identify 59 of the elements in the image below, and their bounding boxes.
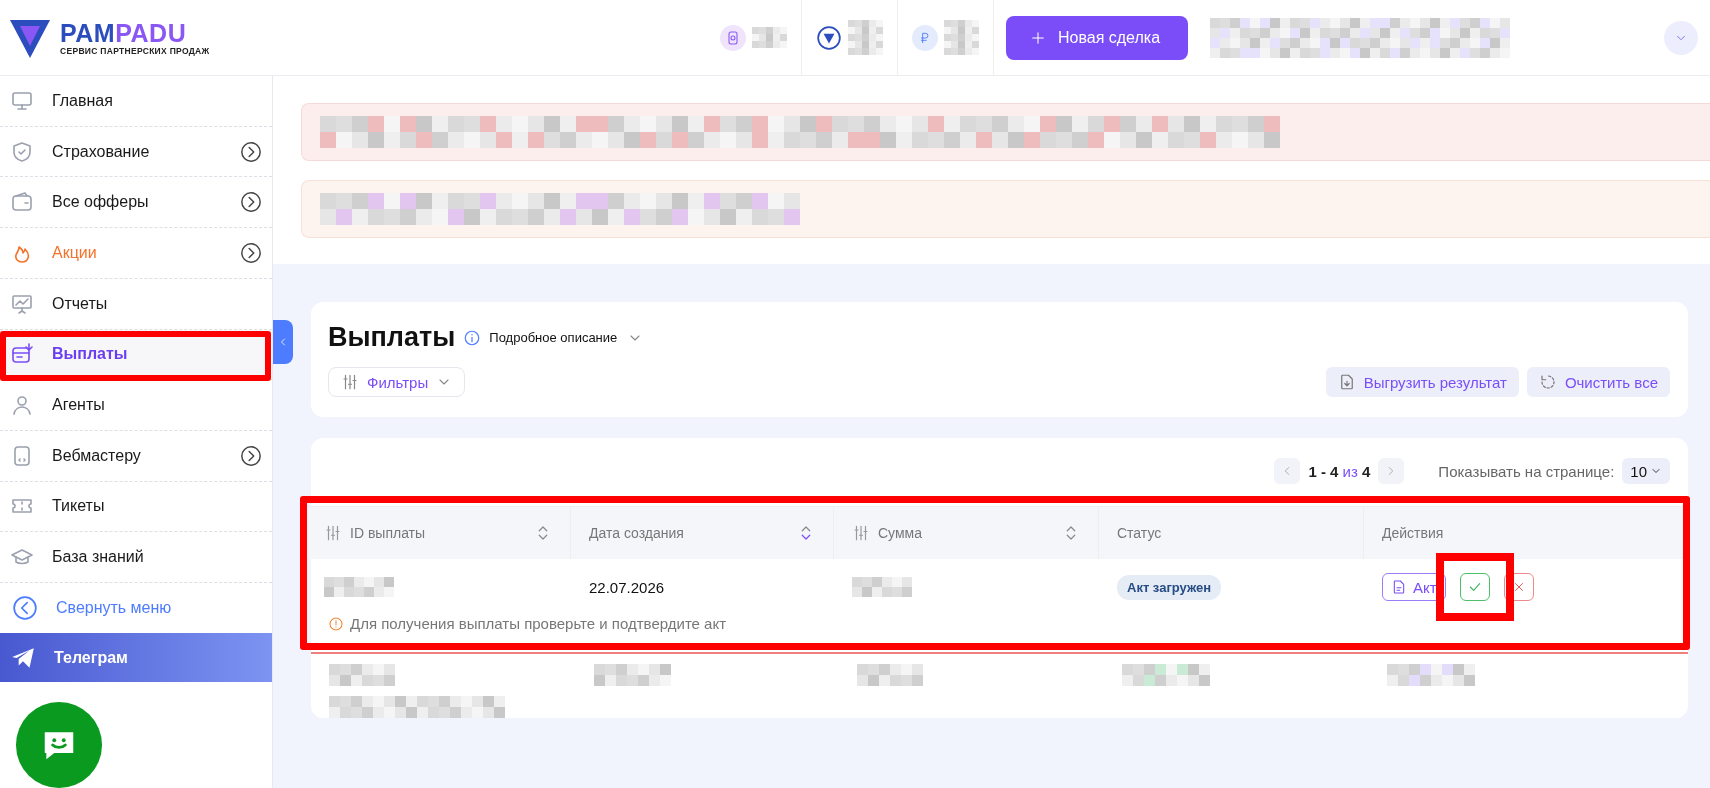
column-header[interactable]: Дата создания	[571, 507, 834, 559]
redacted-block	[752, 27, 787, 48]
chevron-right-circle-icon	[240, 444, 262, 467]
column-header: Действия	[1364, 507, 1684, 559]
sidebar-item[interactable]: Отчеты	[0, 278, 272, 330]
chevron-right-circle-icon	[240, 140, 262, 163]
description-toggle[interactable]: Подробное описание	[489, 329, 644, 346]
per-page-label: Показывать на странице:	[1438, 462, 1615, 480]
redacted-block	[848, 20, 883, 55]
sliders-icon	[852, 524, 870, 542]
plus-icon	[1030, 29, 1046, 46]
status-badge: Акт загружен	[1117, 574, 1222, 600]
sidebar-item[interactable]: База знаний	[0, 532, 272, 584]
shield-icon	[10, 139, 34, 164]
reset-icon	[1538, 373, 1557, 391]
sidebar-item[interactable]: Выплаты	[0, 329, 272, 381]
sidebar-item[interactable]: Все офферы	[0, 177, 272, 229]
table-cell-text: 22.07.2026	[588, 578, 666, 596]
new-deal-button[interactable]: Новая сделка	[1006, 15, 1189, 60]
column-header: Статус	[1099, 507, 1364, 559]
logo-tagline: СЕРВИС ПАРТНЕРСКИХ ПРОДАЖ	[60, 45, 210, 56]
sliders-icon	[341, 373, 359, 391]
info-icon	[463, 328, 482, 347]
confirm-button[interactable]	[1459, 573, 1490, 601]
previous-page-button[interactable]	[1274, 458, 1301, 484]
chevron-left-circle-icon	[12, 594, 38, 621]
chevron-right-circle-icon	[240, 241, 262, 264]
redacted-block	[329, 664, 395, 686]
collapse-sidebar-tab[interactable]	[273, 320, 293, 364]
sliders-icon	[324, 524, 342, 542]
logo-wordmark: PAMPADU	[60, 19, 188, 46]
collapse-menu-link[interactable]: Свернуть меню	[0, 583, 272, 633]
sidebar-item[interactable]: Акции	[0, 228, 272, 279]
next-page-button[interactable]	[1378, 458, 1405, 484]
person-icon	[10, 393, 34, 418]
clear-button[interactable]: Очистить все	[1526, 367, 1670, 397]
sidebar-item[interactable]: Страхование	[0, 126, 272, 178]
sidebar-item[interactable]: Главная	[0, 76, 272, 127]
column-header[interactable]: Сумма	[834, 507, 1099, 559]
sidebar-item[interactable]: Агенты	[0, 380, 272, 431]
column-header[interactable]: ID выплаты	[306, 507, 571, 559]
warning-text: Для получения выплаты проверьте и подтвердите акт	[350, 615, 727, 632]
sidebar-item[interactable]: Тикеты	[0, 481, 272, 533]
redacted-block	[944, 20, 979, 55]
telegram-link[interactable]: Телеграм	[0, 632, 272, 683]
redacted-block	[324, 577, 394, 597]
page-range: 1 - 4 из 4	[1308, 462, 1371, 480]
warning-icon	[328, 615, 344, 632]
page-title: Выплаты	[328, 322, 456, 353]
filters-button[interactable]: Фильтры	[328, 367, 466, 397]
chevron-right-circle-icon	[240, 191, 262, 214]
export-button[interactable]: Выгрузить результат	[1325, 367, 1519, 397]
logo-icon	[816, 24, 842, 51]
redacted-block	[852, 577, 912, 597]
ruble-icon	[918, 30, 932, 45]
sidebar-item[interactable]: Вебмастеру	[0, 430, 272, 482]
redacted-block	[857, 664, 923, 686]
per-page-select[interactable]: 10	[1622, 458, 1670, 484]
document-icon	[1391, 579, 1407, 595]
